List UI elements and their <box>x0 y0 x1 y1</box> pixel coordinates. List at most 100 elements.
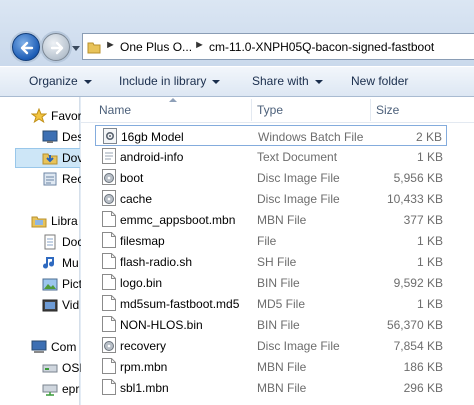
batch-file-icon <box>103 128 117 144</box>
file-size: 377 KB <box>403 213 443 227</box>
column-name[interactable]: Name <box>99 103 131 117</box>
address-bar-area: ► One Plus O... ► cm-11.0-XNPH05Q-bacon-… <box>0 0 474 66</box>
documents-icon <box>44 234 56 250</box>
file-icon <box>102 379 116 395</box>
share-label: Share with <box>252 74 309 88</box>
file-row[interactable]: 16gb Model Windows Batch File 2 KB <box>95 125 447 146</box>
arrow-right-icon <box>50 41 64 55</box>
disc-image-icon <box>102 190 116 206</box>
file-name: recovery <box>120 339 167 353</box>
file-type: File <box>257 234 277 248</box>
command-bar: Organize Include in library Share with N… <box>0 66 474 97</box>
breadcrumb-separator-icon[interactable]: ► <box>194 39 205 51</box>
sort-indicator-icon <box>169 98 177 102</box>
column-size[interactable]: Size <box>376 103 399 117</box>
file-size: 10,433 KB <box>386 192 443 206</box>
text-file-icon <box>102 148 116 164</box>
file-row[interactable]: filesmap File 1 KB <box>95 230 447 251</box>
videos-icon <box>42 299 58 312</box>
music-note-icon <box>43 257 55 269</box>
address-box[interactable]: ► One Plus O... ► cm-11.0-XNPH05Q-bacon-… <box>82 33 474 60</box>
column-header: Name Type Size <box>81 97 474 123</box>
file-type: BIN File <box>257 318 300 332</box>
file-name: filesmap <box>120 234 165 248</box>
chevron-down-icon <box>314 79 323 84</box>
back-button[interactable] <box>12 33 40 61</box>
disc-image-icon <box>102 169 116 185</box>
column-type[interactable]: Type <box>257 103 283 117</box>
file-row[interactable]: sbl1.mbn MBN File 296 KB <box>95 377 447 398</box>
file-type: MBN File <box>257 213 307 227</box>
nav-label: Libra <box>51 214 78 228</box>
file-size: 296 KB <box>403 381 443 395</box>
column-divider[interactable] <box>370 99 371 121</box>
file-row[interactable]: flash-radio.sh SH File 1 KB <box>95 251 447 272</box>
disc-image-icon <box>102 337 116 353</box>
file-row[interactable]: NON-HLOS.bin BIN File 56,370 KB <box>95 314 447 335</box>
history-dropdown-icon[interactable] <box>71 43 81 53</box>
breadcrumb-parent[interactable]: One Plus O... <box>120 40 192 54</box>
file-row[interactable]: md5sum-fastboot.md5 MD5 File 1 KB <box>95 293 447 314</box>
include-label: Include in library <box>119 74 207 88</box>
file-name: sbl1.mbn <box>120 381 169 395</box>
share-with-menu[interactable]: Share with <box>252 74 323 88</box>
libraries-icon <box>31 216 47 228</box>
file-type: Text Document <box>257 150 338 164</box>
drive-icon <box>42 364 58 373</box>
file-row[interactable]: rpm.mbn MBN File 186 KB <box>95 356 447 377</box>
nav-label: Mu <box>62 256 79 270</box>
include-in-library-menu[interactable]: Include in library <box>119 74 221 88</box>
nav-label: Vid <box>62 298 80 312</box>
folder-icon <box>87 42 101 54</box>
file-name: cache <box>120 192 153 206</box>
file-icon <box>102 274 116 290</box>
new-folder-button[interactable]: New folder <box>351 74 408 88</box>
file-name: emmc_appsboot.mbn <box>120 213 236 227</box>
file-type: Windows Batch File <box>258 130 364 144</box>
desktop-icon <box>42 130 58 143</box>
file-name: rpm.mbn <box>120 360 168 374</box>
file-type: Disc Image File <box>257 192 340 206</box>
forward-button[interactable] <box>42 33 70 61</box>
nav-label: OSI <box>62 361 83 375</box>
file-icon <box>102 211 116 227</box>
file-size: 1 KB <box>416 234 443 248</box>
file-icon <box>102 253 116 269</box>
file-row[interactable]: android-info Text Document 1 KB <box>95 146 447 167</box>
file-name: md5sum-fastboot.md5 <box>120 297 240 311</box>
file-row[interactable]: emmc_appsboot.mbn MBN File 377 KB <box>95 209 447 230</box>
file-name: logo.bin <box>120 276 163 290</box>
nav-label: epr <box>62 382 80 396</box>
recent-places-icon <box>43 172 57 186</box>
file-name: NON-HLOS.bin <box>120 318 203 332</box>
star-icon <box>31 108 47 124</box>
organize-menu[interactable]: Organize <box>29 74 92 88</box>
arrow-left-icon <box>20 41 34 55</box>
file-type: Disc Image File <box>257 339 340 353</box>
file-row[interactable]: cache Disc Image File 10,433 KB <box>95 188 447 209</box>
file-size: 56,370 KB <box>386 318 443 332</box>
file-type: BIN File <box>257 276 300 290</box>
file-size: 2 KB <box>415 130 442 144</box>
file-icon <box>102 232 116 248</box>
file-row[interactable]: recovery Disc Image File 7,854 KB <box>95 335 447 356</box>
file-type: MBN File <box>257 381 307 395</box>
file-size: 1 KB <box>416 255 443 269</box>
nav-label: Pict <box>62 277 83 291</box>
file-type: SH File <box>257 255 297 269</box>
file-row[interactable]: logo.bin BIN File 9,592 KB <box>95 272 447 293</box>
downloads-folder-icon <box>42 153 58 165</box>
file-name: boot <box>120 171 144 185</box>
file-name: 16gb Model <box>121 130 184 144</box>
file-size: 9,592 KB <box>393 276 443 290</box>
file-type: Disc Image File <box>257 171 340 185</box>
breadcrumb-separator-icon[interactable]: ► <box>105 39 116 51</box>
breadcrumb-current[interactable]: cm-11.0-XNPH05Q-bacon-signed-fastboot <box>209 40 434 54</box>
file-icon <box>102 358 116 374</box>
file-row[interactable]: boot Disc Image File 5,956 KB <box>95 167 447 188</box>
file-name: android-info <box>120 150 184 164</box>
file-type: MBN File <box>257 360 307 374</box>
column-divider[interactable] <box>251 99 252 121</box>
chevron-down-icon <box>83 79 92 84</box>
nav-label: Favor <box>51 109 82 123</box>
